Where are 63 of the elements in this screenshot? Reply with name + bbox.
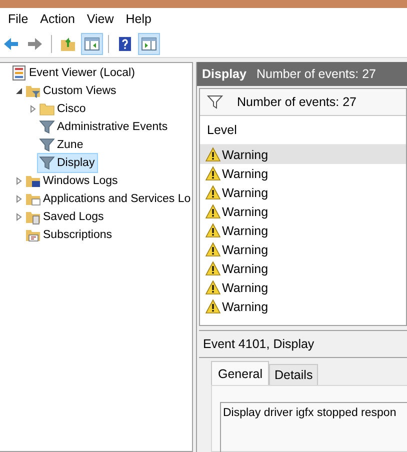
event-row[interactable]: Warning bbox=[200, 145, 406, 164]
event-row[interactable]: Warning bbox=[200, 278, 406, 297]
warning-icon bbox=[205, 166, 221, 181]
toolbar-button[interactable] bbox=[81, 32, 103, 54]
event-message: Display driver igfx stopped respon bbox=[223, 407, 396, 419]
tab[interactable]: General bbox=[211, 361, 270, 385]
menu-item[interactable]: File bbox=[2, 10, 34, 28]
warning-icon bbox=[205, 223, 221, 238]
column-header[interactable]: Level bbox=[200, 123, 237, 137]
tree-item[interactable]: Display bbox=[37, 153, 98, 173]
folder-computer-icon bbox=[25, 173, 41, 189]
folder-window-icon bbox=[25, 191, 41, 207]
warning-icon bbox=[205, 280, 221, 295]
pane-layout-icon bbox=[84, 36, 100, 52]
view-title: Display bbox=[202, 67, 246, 81]
tree-item[interactable]: Windows Logs bbox=[23, 171, 121, 191]
filter-icon bbox=[207, 95, 223, 109]
event-count: Number of events: 27 bbox=[237, 95, 357, 109]
event-row[interactable]: Warning bbox=[200, 164, 406, 183]
event-count: Number of events: 27 bbox=[256, 67, 376, 81]
expanded-arrow-icon[interactable] bbox=[14, 87, 22, 95]
subscriptions-icon bbox=[25, 227, 41, 243]
tree-item[interactable]: Administrative Events bbox=[37, 117, 171, 137]
event-row[interactable]: Warning bbox=[200, 202, 406, 221]
warning-icon bbox=[205, 242, 221, 257]
collapsed-arrow-icon[interactable] bbox=[28, 105, 36, 113]
warning-icon bbox=[205, 185, 221, 200]
folder-arrow-icon bbox=[60, 36, 76, 52]
collapsed-arrow-icon[interactable] bbox=[14, 177, 22, 185]
event-row[interactable]: Warning bbox=[200, 297, 406, 316]
event-row[interactable]: Warning bbox=[200, 259, 406, 278]
filter-icon bbox=[39, 155, 55, 171]
tab[interactable]: Details bbox=[269, 364, 318, 385]
event-row[interactable]: Warning bbox=[200, 221, 406, 240]
tree-item[interactable]: Applications and Services Lo bbox=[23, 189, 194, 209]
menu-item[interactable]: Help bbox=[120, 10, 158, 28]
warning-icon bbox=[205, 147, 221, 162]
menu-item[interactable]: View bbox=[80, 10, 120, 28]
warning-icon bbox=[205, 204, 221, 219]
forward-arrow-icon bbox=[27, 36, 43, 52]
pane-layout-icon bbox=[141, 36, 157, 52]
back-arrow-icon bbox=[3, 36, 19, 52]
folder-document-icon bbox=[25, 209, 41, 225]
event-row[interactable]: Warning bbox=[200, 240, 406, 259]
menu-item[interactable]: Action bbox=[34, 10, 81, 28]
filter-icon bbox=[39, 119, 55, 135]
folder-icon bbox=[39, 101, 55, 117]
tree-item[interactable]: Zune bbox=[37, 135, 86, 155]
warning-icon bbox=[205, 261, 221, 276]
warning-icon bbox=[205, 299, 221, 314]
tree-item[interactable]: Custom Views bbox=[23, 81, 120, 101]
tree-item[interactable]: Subscriptions bbox=[23, 225, 116, 245]
folder-filter-icon bbox=[25, 83, 41, 99]
tree-item[interactable]: Saved Logs bbox=[23, 207, 107, 227]
toolbar-button[interactable] bbox=[138, 32, 160, 54]
event-row[interactable]: Warning bbox=[200, 183, 406, 202]
collapsed-arrow-icon[interactable] bbox=[14, 213, 22, 221]
event-title: Event 4101, Display bbox=[199, 331, 407, 358]
collapsed-arrow-icon[interactable] bbox=[14, 195, 22, 203]
tree-item[interactable]: Event Viewer (Local) bbox=[9, 63, 138, 83]
event-log-icon bbox=[11, 65, 27, 81]
tree-item[interactable]: Cisco bbox=[37, 99, 89, 119]
help-icon bbox=[117, 36, 133, 52]
